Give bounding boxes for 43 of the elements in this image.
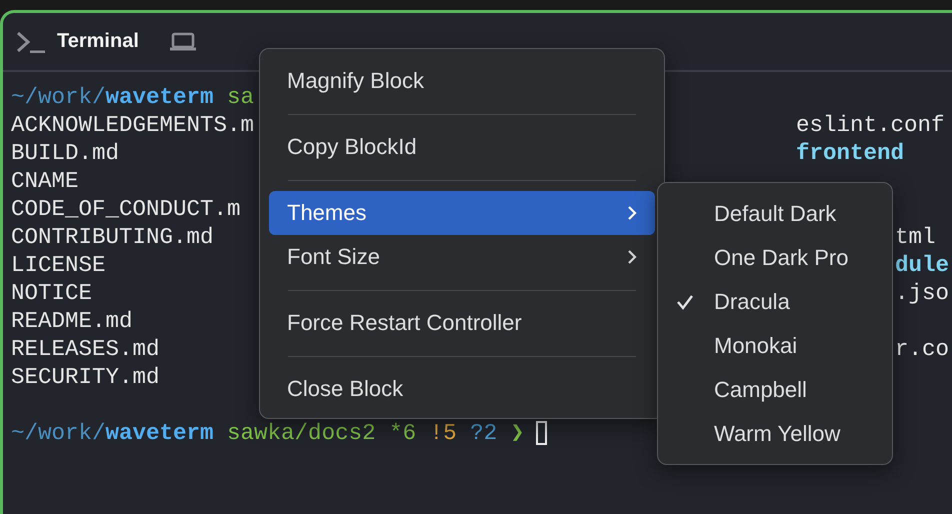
menu-item[interactable]: Close Block: [269, 367, 655, 411]
laptop-icon[interactable]: [168, 32, 197, 52]
theme-item[interactable]: Default Dark: [666, 192, 884, 236]
file-name: BUILD.md: [11, 139, 120, 167]
file-name: eslint.conf: [796, 112, 945, 138]
file-name: .jso: [895, 279, 950, 307]
file-name: ACKNOWLEDGEMENTS.m: [11, 111, 254, 139]
file-name: tml: [895, 223, 936, 251]
folder-name: frontend: [796, 140, 904, 166]
prompt-text: ❯: [510, 419, 524, 447]
theme-item[interactable]: Monokai: [666, 324, 884, 368]
prompt-text: !5: [428, 419, 457, 447]
file-name: CONTRIBUTING.md: [11, 223, 214, 251]
menu-item[interactable]: Copy BlockId: [269, 125, 655, 169]
menu-item[interactable]: Themes: [269, 191, 655, 235]
file-name: CODE_OF_CONDUCT.m: [11, 195, 241, 223]
prompt-text: sawka/docs2 *6: [226, 419, 416, 447]
file-name: r.co: [895, 335, 950, 363]
menu-item[interactable]: Font Size: [269, 235, 655, 279]
file-name: README.md: [11, 307, 133, 335]
prompt-text: sa: [226, 83, 254, 111]
prompt-text: ~/work/: [11, 83, 106, 111]
prompt-text: waveterm: [106, 83, 214, 111]
terminal-icon: [15, 30, 47, 52]
cursor: [536, 421, 548, 445]
prompt-text: waveterm: [106, 419, 214, 447]
block-title: Terminal: [57, 30, 139, 53]
file-name: CNAME: [11, 167, 79, 195]
menu-item[interactable]: Magnify Block: [269, 59, 655, 103]
theme-item[interactable]: One Dark Pro: [666, 236, 884, 280]
chevron-right-icon: [627, 249, 637, 265]
prompt-text: ?2: [469, 419, 498, 447]
file-name: NOTICE: [11, 279, 92, 307]
file-name: RELEASES.md: [11, 335, 160, 363]
prompt-text: ~/work/: [11, 419, 106, 447]
theme-item[interactable]: Campbell: [666, 368, 884, 412]
chevron-right-icon: [627, 205, 637, 221]
theme-item[interactable]: Warm Yellow: [666, 412, 884, 456]
folder-name: dule: [895, 251, 950, 279]
file-name: SECURITY.md: [11, 363, 160, 391]
menu-item[interactable]: Force Restart Controller: [269, 301, 655, 345]
file-name: LICENSE: [11, 251, 106, 279]
theme-item[interactable]: Dracula: [666, 280, 884, 324]
